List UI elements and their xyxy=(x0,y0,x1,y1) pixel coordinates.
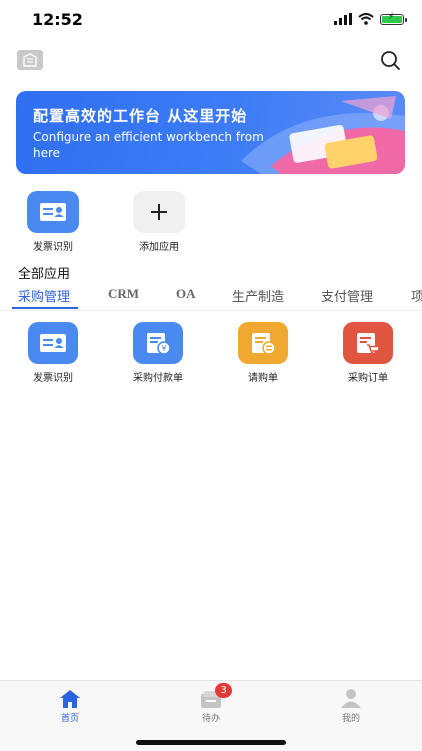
app-tile xyxy=(28,322,78,364)
app-purchase-order[interactable]: 采购订单 xyxy=(323,322,413,384)
tab-oa[interactable]: OA xyxy=(176,286,196,302)
todo-badge: 3 xyxy=(215,683,232,698)
add-app-button[interactable]: 添加应用 xyxy=(119,191,199,253)
building-icon[interactable] xyxy=(17,50,43,70)
status-icons xyxy=(334,12,407,25)
tab-crm[interactable]: CRM xyxy=(108,286,139,302)
quick-app-tile xyxy=(27,191,79,233)
banner-illustration xyxy=(241,96,405,174)
tabbar-me[interactable]: 我的 xyxy=(311,685,391,724)
wifi-icon xyxy=(358,13,374,25)
app-tile xyxy=(343,322,393,364)
tabbar-home[interactable]: 首页 xyxy=(30,685,110,724)
app-tile: ¥ xyxy=(133,322,183,364)
cart-doc-icon xyxy=(357,333,381,355)
app-label: 采购付款单 xyxy=(133,373,183,384)
home-indicator xyxy=(136,740,286,745)
tab-project[interactable]: 项 xyxy=(411,286,422,305)
invoice-card-icon xyxy=(40,203,66,221)
quick-app-invoice-recognition[interactable]: 发票识别 xyxy=(13,191,93,253)
tabbar-label: 首页 xyxy=(60,714,79,724)
requisition-doc-icon xyxy=(252,333,276,355)
payment-doc-icon: ¥ xyxy=(147,333,171,355)
quick-app-label: 发票识别 xyxy=(33,242,73,253)
app-requisition[interactable]: 请购单 xyxy=(218,322,308,384)
top-bar xyxy=(0,44,422,78)
category-tabs: 采购管理 CRM OA 生产制造 支付管理 项 xyxy=(0,284,422,310)
invoice-card-icon xyxy=(40,334,66,352)
user-icon xyxy=(341,689,361,708)
app-tile xyxy=(238,322,288,364)
app-label: 发票识别 xyxy=(33,373,73,384)
tab-manufacturing[interactable]: 生产制造 xyxy=(232,286,284,305)
tabbar-todo[interactable]: 3 待办 xyxy=(171,683,251,724)
tab-payment[interactable]: 支付管理 xyxy=(321,286,373,305)
tabs-divider xyxy=(0,310,422,311)
app-label: 请购单 xyxy=(248,373,278,384)
app-invoice-recognition[interactable]: 发票识别 xyxy=(8,322,98,384)
home-icon xyxy=(60,690,80,708)
promo-banner[interactable]: 配置高效的工作台 从这里开始 Configure an efficient wo… xyxy=(16,91,405,174)
active-tab-indicator xyxy=(12,307,78,309)
app-purchase-payment[interactable]: ¥ 采购付款单 xyxy=(113,322,203,384)
plus-icon xyxy=(151,204,167,220)
search-icon[interactable] xyxy=(380,50,400,70)
banner-title: 配置高效的工作台 从这里开始 xyxy=(33,107,248,125)
quick-app-label: 添加应用 xyxy=(139,242,179,253)
svg-text:¥: ¥ xyxy=(161,344,166,353)
tab-procurement[interactable]: 采购管理 xyxy=(18,286,70,305)
status-bar: 12:52 xyxy=(0,0,422,44)
signal-icon xyxy=(334,13,352,25)
battery-icon xyxy=(380,12,407,25)
app-label: 采购订单 xyxy=(348,373,388,384)
tabbar-label: 我的 xyxy=(341,714,360,724)
quick-app-tile xyxy=(133,191,185,233)
status-time: 12:52 xyxy=(32,10,83,29)
section-title: 全部应用 xyxy=(18,267,71,282)
tabbar-label: 待办 xyxy=(201,714,220,724)
